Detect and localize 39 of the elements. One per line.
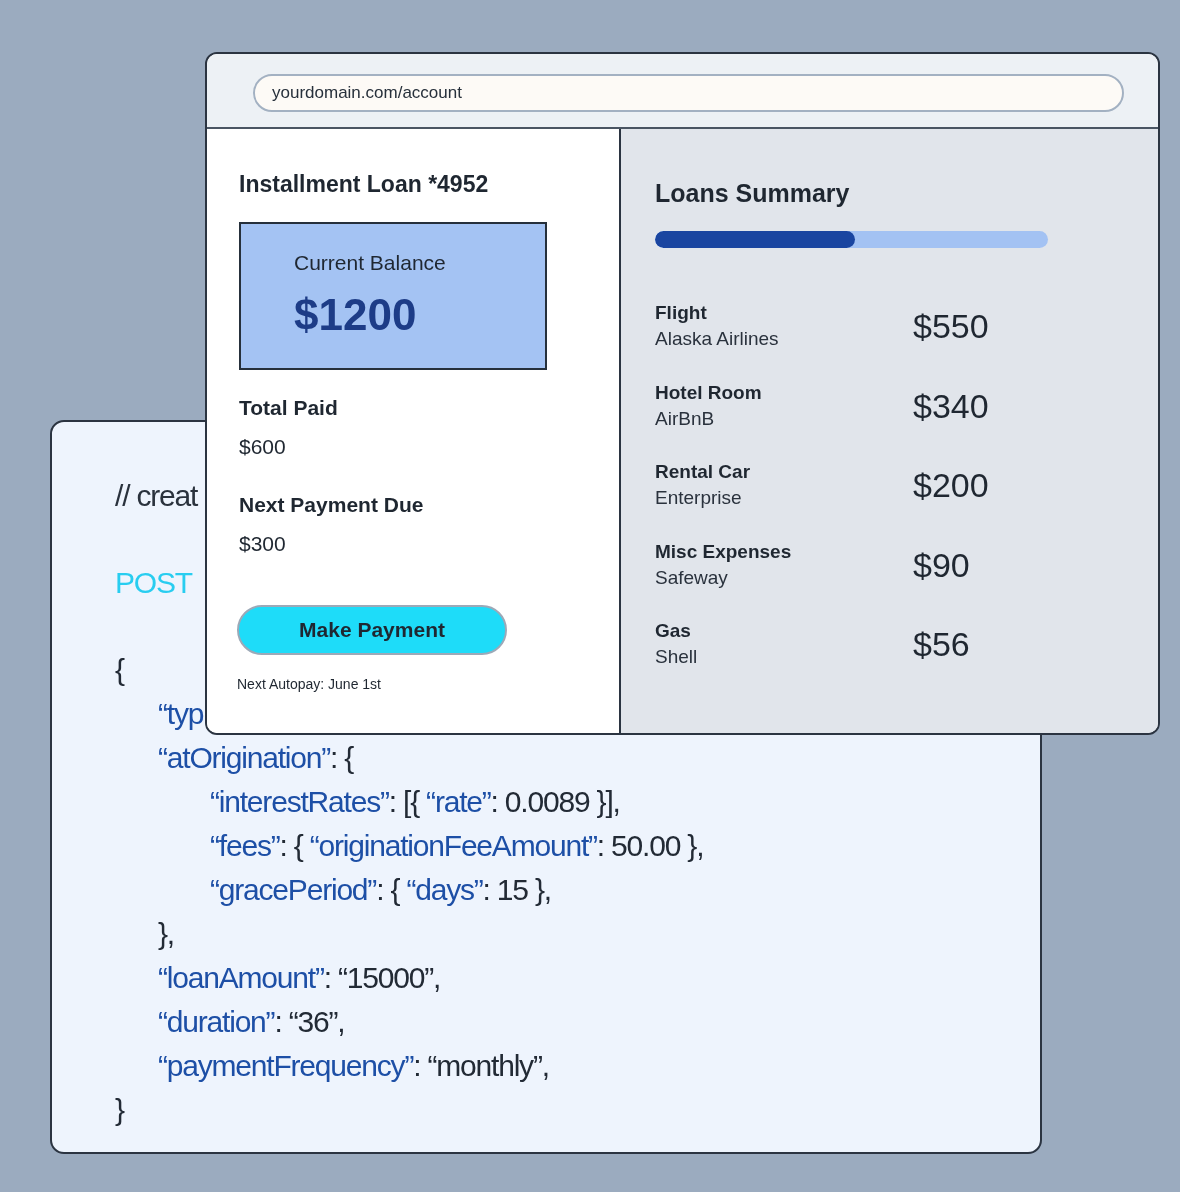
code-line: “atOrigination”: { xyxy=(158,740,354,776)
code-line: “interestRates”: [{ “rate”: 0.0089 }], xyxy=(210,784,620,820)
expense-category: Rental Car xyxy=(655,460,751,484)
expense-amount: $90 xyxy=(913,544,971,585)
make-payment-button[interactable]: Make Payment xyxy=(237,605,507,655)
expense-merchant: Safeway xyxy=(655,565,728,590)
stat-value: $300 xyxy=(239,531,286,557)
expense-category: Gas xyxy=(655,619,691,643)
expense-amount: $550 xyxy=(913,306,989,346)
code-line: // creat xyxy=(115,478,198,514)
expense-merchant: AirBnB xyxy=(655,406,715,431)
expense-merchant: Shell xyxy=(655,645,698,669)
expense-amount: $340 xyxy=(913,385,989,426)
code-line: { xyxy=(115,652,124,688)
balance-label: Current Balance xyxy=(294,250,446,276)
expense-category: Misc Expenses xyxy=(655,539,792,564)
expense-category: Flight xyxy=(655,301,707,325)
expense-amount: $56 xyxy=(913,624,971,664)
expense-category: Hotel Room xyxy=(655,380,762,405)
code-line: }, xyxy=(158,916,174,952)
summary-title: Loans Summary xyxy=(655,178,850,208)
expense-merchant: Enterprise xyxy=(655,486,742,510)
code-line: } xyxy=(115,1092,124,1128)
stat-label: Next Payment Due xyxy=(239,492,424,518)
autopay-note: Next Autopay: June 1st xyxy=(237,676,381,693)
loan-title: Installment Loan *4952 xyxy=(239,170,489,198)
address-field[interactable]: yourdomain.com/account xyxy=(253,73,1124,112)
expense-amount: $200 xyxy=(913,465,989,505)
code-line: “duration”: “36”, xyxy=(158,1004,345,1040)
code-line: “gracePeriod”: { “days”: 15 }, xyxy=(210,872,551,908)
code-line: “typ xyxy=(158,696,204,732)
code-line: “fees”: { “originationFeeAmount”: 50.00 }, xyxy=(210,828,704,864)
code-line: POST xyxy=(115,565,192,601)
stat-label: Total Paid xyxy=(239,395,338,421)
stat-value: $600 xyxy=(239,434,286,460)
balance-amount: $1200 xyxy=(294,290,417,340)
code-line: “paymentFrequency”: “monthly”, xyxy=(158,1048,549,1084)
expense-merchant: Alaska Airlines xyxy=(655,327,779,351)
code-line: “loanAmount”: “15000”, xyxy=(158,960,441,996)
